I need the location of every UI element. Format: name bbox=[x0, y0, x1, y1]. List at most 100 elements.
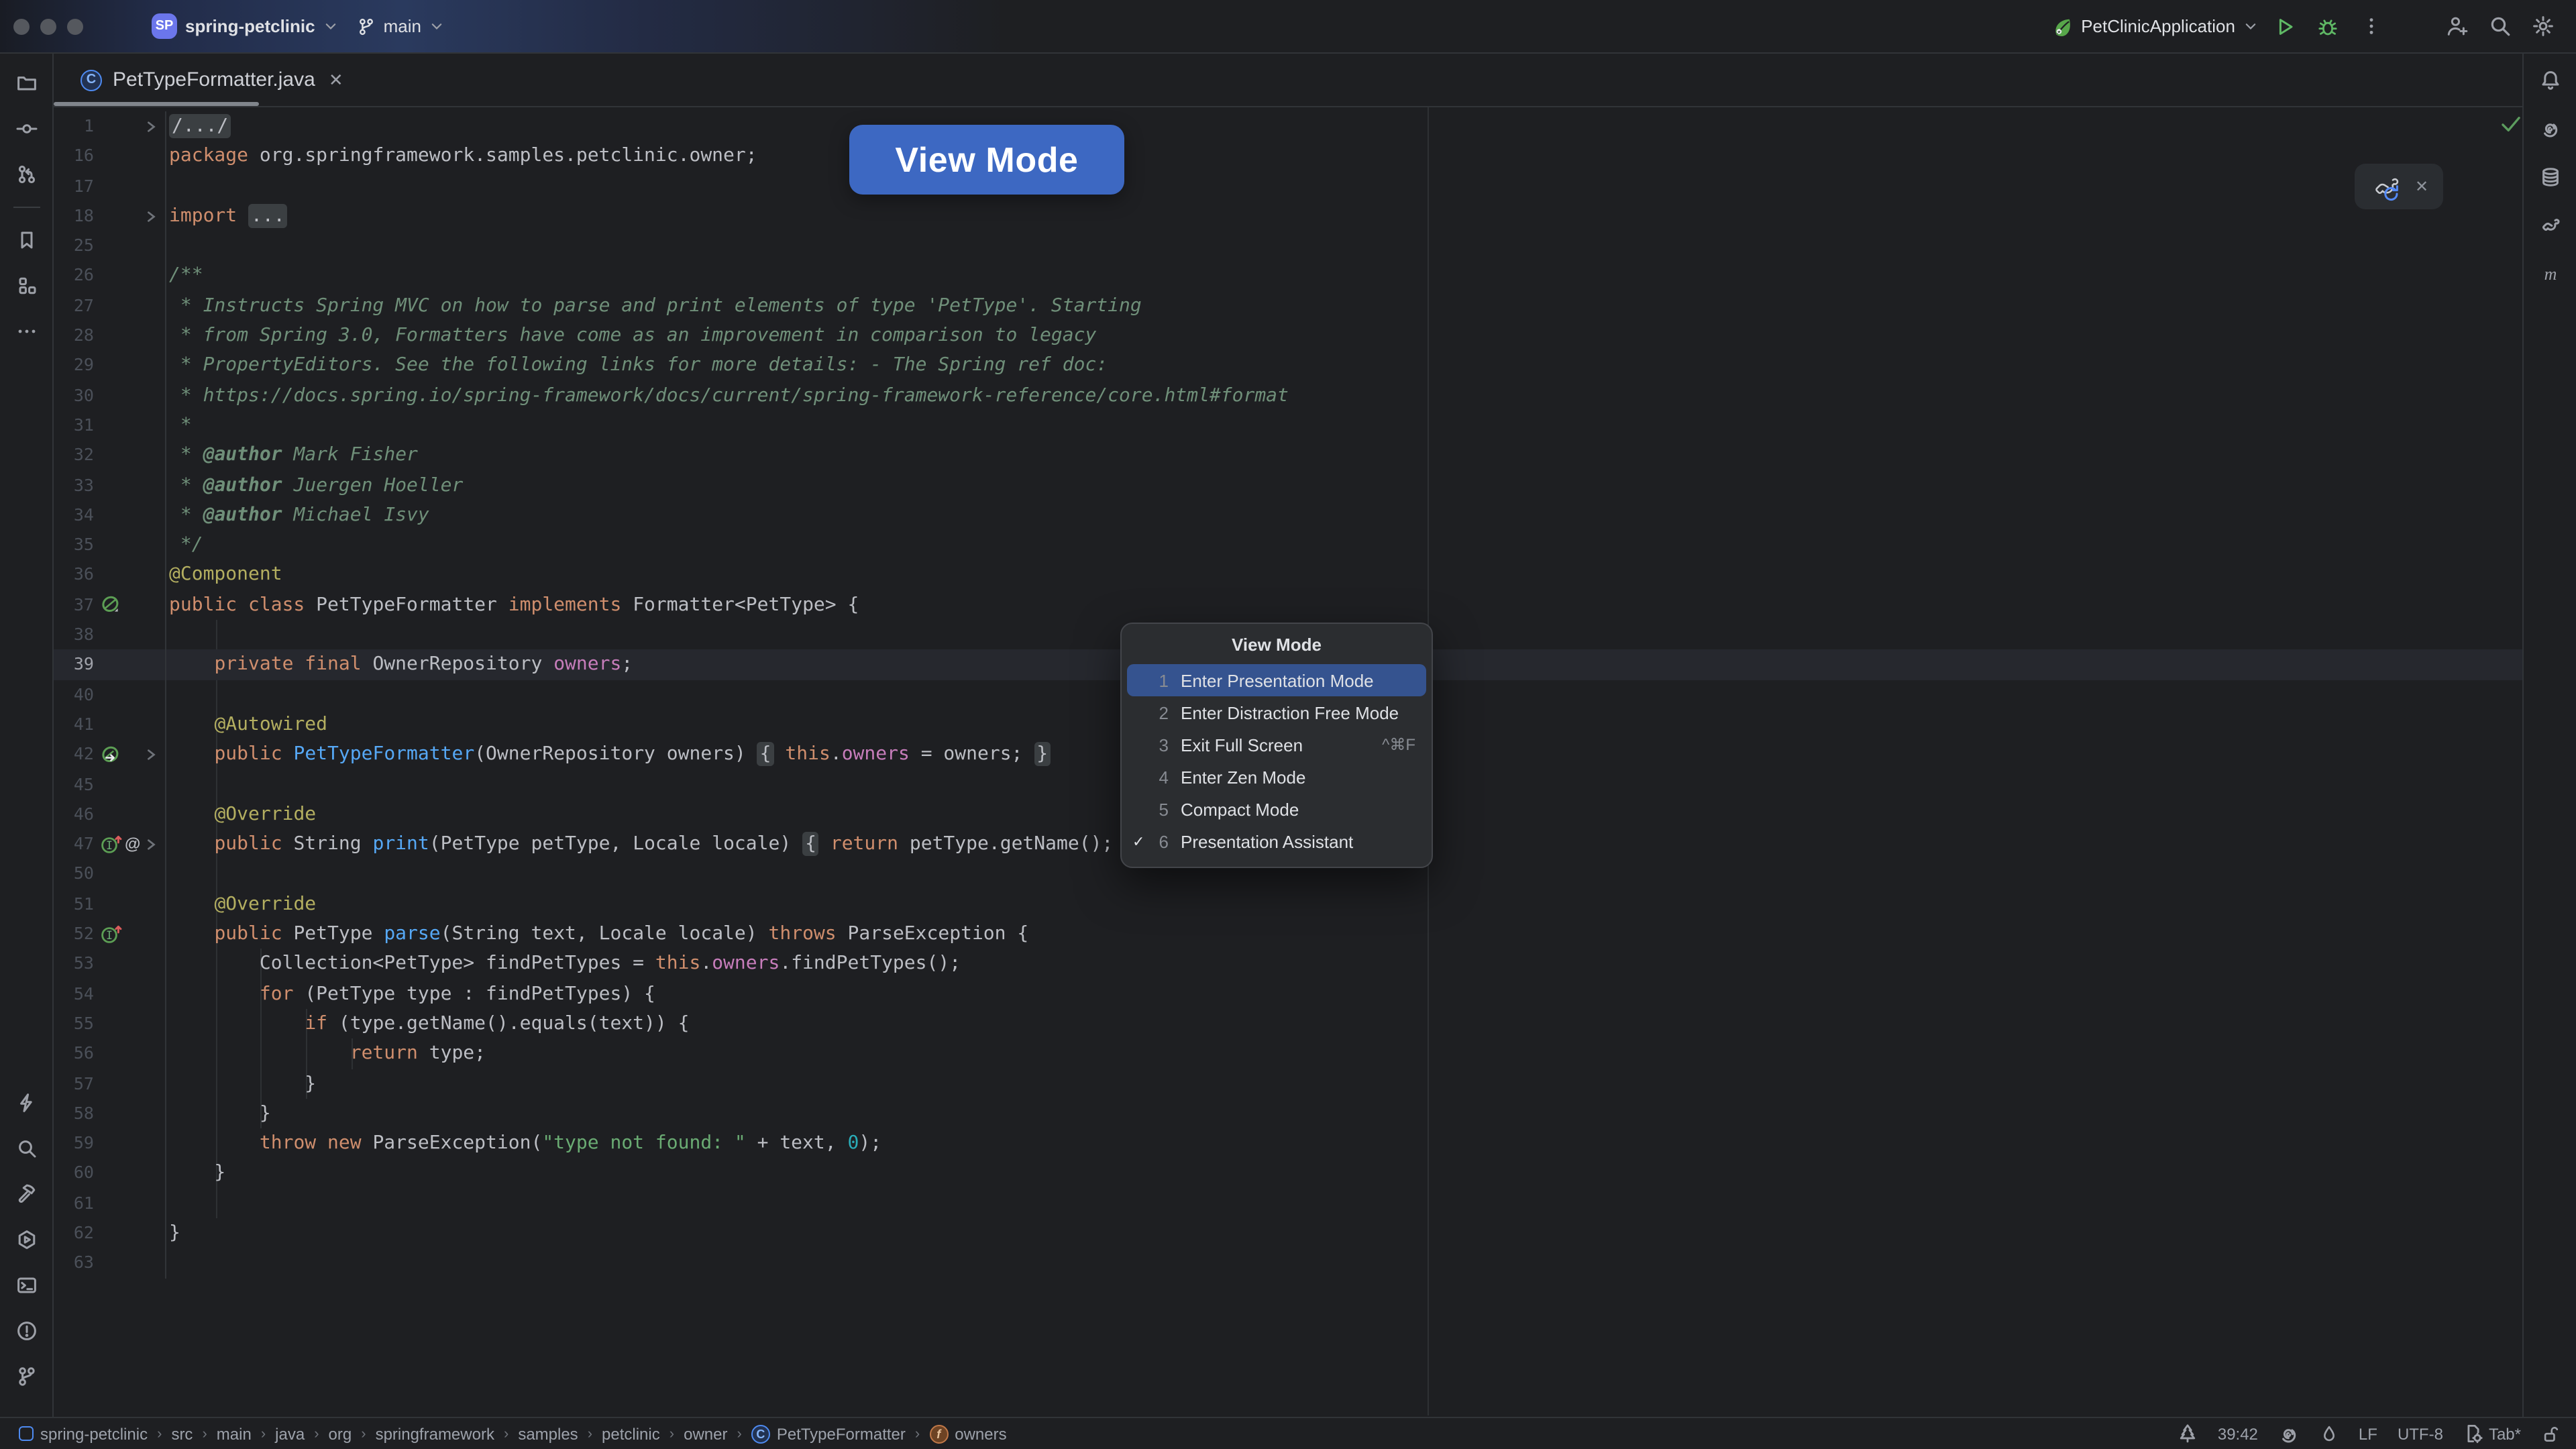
breadcrumb-item-petclinic[interactable]: petclinic bbox=[602, 1424, 660, 1443]
sidebar-item-project[interactable] bbox=[5, 62, 48, 105]
debug-button[interactable] bbox=[2310, 9, 2345, 44]
tab-scrollbar-thumb[interactable] bbox=[54, 101, 259, 106]
breadcrumb-item-src[interactable]: src bbox=[171, 1424, 193, 1443]
minimize-window-icon[interactable] bbox=[40, 18, 56, 34]
code-line[interactable]: 51 @Override bbox=[54, 889, 2522, 919]
sidebar-item-notifications[interactable] bbox=[2528, 59, 2571, 102]
code-line[interactable]: 16package org.springframework.samples.pe… bbox=[54, 142, 2522, 172]
code-line[interactable]: 34 * @author Michael Isvy bbox=[54, 500, 2522, 531]
breadcrumb-item-spring-petclinic[interactable]: spring-petclinic bbox=[19, 1424, 148, 1443]
code-line[interactable]: 25 bbox=[54, 231, 2522, 261]
code-text[interactable]: /.../ bbox=[166, 111, 231, 142]
code-text[interactable]: @Autowired bbox=[166, 710, 327, 740]
menu-item-presentation-assistant[interactable]: ✓6Presentation Assistant bbox=[1127, 825, 1426, 857]
window-controls[interactable] bbox=[13, 18, 83, 34]
breadcrumb-item-org[interactable]: org bbox=[329, 1424, 352, 1443]
code-line[interactable]: 28 * from Spring 3.0, Formatters have co… bbox=[54, 321, 2522, 351]
search-everywhere-button[interactable] bbox=[2482, 9, 2517, 44]
code-line[interactable]: 37public class PetTypeFormatter implemen… bbox=[54, 590, 2522, 621]
code-text[interactable]: * Instructs Spring MVC on how to parse a… bbox=[166, 291, 1142, 321]
status-line-separator[interactable]: LF bbox=[2359, 1424, 2377, 1443]
code-line[interactable]: 63 bbox=[54, 1248, 2522, 1279]
maximize-window-icon[interactable] bbox=[67, 18, 83, 34]
code-with-me-button[interactable] bbox=[2439, 9, 2474, 44]
branch-widget[interactable]: main bbox=[347, 11, 453, 42]
menu-item-exit-full-screen[interactable]: 3Exit Full Screen^⌘F bbox=[1127, 729, 1426, 761]
code-text[interactable]: * @author Mark Fisher bbox=[166, 441, 418, 471]
code-text[interactable]: for (PetType type : findPetTypes) { bbox=[166, 979, 655, 1009]
code-line[interactable]: 17 bbox=[54, 171, 2522, 201]
breadcrumb-item-main[interactable]: main bbox=[217, 1424, 252, 1443]
code-line[interactable]: 55 if (type.getName().equals(text)) { bbox=[54, 1009, 2522, 1039]
sidebar-item-structure[interactable] bbox=[5, 264, 48, 307]
tab-pettypeformatter[interactable]: C PetTypeFormatter.java ✕ bbox=[54, 54, 362, 106]
sidebar-item-database[interactable] bbox=[2528, 156, 2571, 199]
code-line[interactable]: 1/.../ bbox=[54, 111, 2522, 142]
close-tab-icon[interactable]: ✕ bbox=[326, 68, 346, 91]
menu-item-enter-presentation-mode[interactable]: 1Enter Presentation Mode bbox=[1127, 664, 1426, 696]
more-actions-button[interactable] bbox=[2353, 9, 2388, 44]
code-text[interactable]: * bbox=[166, 411, 192, 441]
code-text[interactable]: Collection<PetType> findPetTypes = this.… bbox=[166, 949, 961, 979]
code-text[interactable]: /** bbox=[166, 261, 203, 291]
code-text[interactable]: public String print(PetType petType, Loc… bbox=[166, 829, 1141, 859]
status-readonly-toggle[interactable] bbox=[2541, 1424, 2560, 1443]
code-line[interactable]: 62} bbox=[54, 1218, 2522, 1248]
run-button[interactable] bbox=[2267, 9, 2302, 44]
sidebar-item-ai[interactable] bbox=[2528, 107, 2571, 150]
code-line[interactable]: 61 bbox=[54, 1188, 2522, 1218]
code-line[interactable]: 53 Collection<PetType> findPetTypes = th… bbox=[54, 949, 2522, 979]
sidebar-item-pull-requests[interactable] bbox=[5, 153, 48, 196]
sidebar-item-problems[interactable] bbox=[5, 1309, 48, 1352]
status-indent-style[interactable]: Tab* bbox=[2463, 1424, 2521, 1444]
code-text[interactable]: public PetTypeFormatter(OwnerRepository … bbox=[166, 739, 1051, 769]
code-text[interactable]: package org.springframework.samples.petc… bbox=[166, 142, 757, 172]
code-text[interactable]: throw new ParseException("type not found… bbox=[166, 1128, 881, 1159]
code-line[interactable]: 56 return type; bbox=[54, 1038, 2522, 1069]
settings-gear-icon[interactable] bbox=[2525, 9, 2560, 44]
code-line[interactable]: 32 * @author Mark Fisher bbox=[54, 441, 2522, 471]
status-encoding[interactable]: UTF-8 bbox=[2398, 1424, 2443, 1443]
beanArrow-gutter-icon[interactable] bbox=[94, 745, 145, 765]
fold-chevron-icon[interactable] bbox=[145, 839, 160, 851]
close-icon[interactable]: ✕ bbox=[2415, 178, 2428, 195]
code-line[interactable]: 35 */ bbox=[54, 530, 2522, 560]
menu-item-compact-mode[interactable]: 5Compact Mode bbox=[1127, 793, 1426, 825]
breadcrumb-item-springframework[interactable]: springframework bbox=[376, 1424, 494, 1443]
sidebar-item-gradle[interactable] bbox=[2528, 204, 2571, 247]
code-line[interactable]: 29 * PropertyEditors. See the following … bbox=[54, 351, 2522, 381]
code-text[interactable]: * PropertyEditors. See the following lin… bbox=[166, 351, 1108, 381]
fold-chevron-icon[interactable] bbox=[145, 120, 160, 132]
code-line[interactable]: 54 for (PetType type : findPetTypes) { bbox=[54, 979, 2522, 1009]
code-line[interactable]: 60 } bbox=[54, 1159, 2522, 1189]
code-text[interactable]: return type; bbox=[166, 1038, 486, 1069]
status-caret-position[interactable]: 39:42 bbox=[2218, 1424, 2258, 1443]
breadcrumb-item-java[interactable]: java bbox=[275, 1424, 305, 1443]
sidebar-item-search-everywhere[interactable] bbox=[5, 1127, 48, 1170]
project-widget[interactable]: SP spring-petclinic bbox=[142, 8, 347, 44]
code-text[interactable]: } bbox=[166, 1159, 225, 1189]
code-text[interactable]: private final OwnerRepository owners; bbox=[166, 650, 633, 680]
status-plugin-tree[interactable] bbox=[2178, 1424, 2198, 1444]
sidebar-item-commit[interactable] bbox=[5, 107, 48, 150]
code-text[interactable]: */ bbox=[166, 530, 203, 560]
code-text[interactable]: } bbox=[166, 1069, 316, 1099]
code-line[interactable]: 58 } bbox=[54, 1099, 2522, 1129]
breadcrumb-item-samples[interactable]: samples bbox=[518, 1424, 578, 1443]
impl-gutter-icon at-gutter-icon[interactable]: I@ bbox=[94, 835, 145, 855]
sidebar-item-build[interactable] bbox=[5, 1173, 48, 1216]
inspections-ok-icon[interactable] bbox=[2501, 115, 2521, 133]
breadcrumb-item-owner[interactable]: owner bbox=[684, 1424, 727, 1443]
sidebar-item-maven[interactable]: m bbox=[2528, 252, 2571, 295]
code-line[interactable]: 31 * bbox=[54, 411, 2522, 441]
code-line[interactable]: 59 throw new ParseException("type not fo… bbox=[54, 1128, 2522, 1159]
code-text[interactable]: * from Spring 3.0, Formatters have come … bbox=[166, 321, 1096, 351]
code-text[interactable]: import ... bbox=[166, 201, 288, 231]
close-window-icon[interactable] bbox=[13, 18, 30, 34]
code-line[interactable]: 36@Component bbox=[54, 560, 2522, 590]
code-text[interactable]: } bbox=[166, 1218, 180, 1248]
impl-gutter-icon[interactable]: I bbox=[94, 924, 145, 944]
code-text[interactable]: } bbox=[166, 1099, 271, 1129]
code-line[interactable]: 26/** bbox=[54, 261, 2522, 291]
sidebar-item-terminal[interactable] bbox=[5, 1264, 48, 1307]
